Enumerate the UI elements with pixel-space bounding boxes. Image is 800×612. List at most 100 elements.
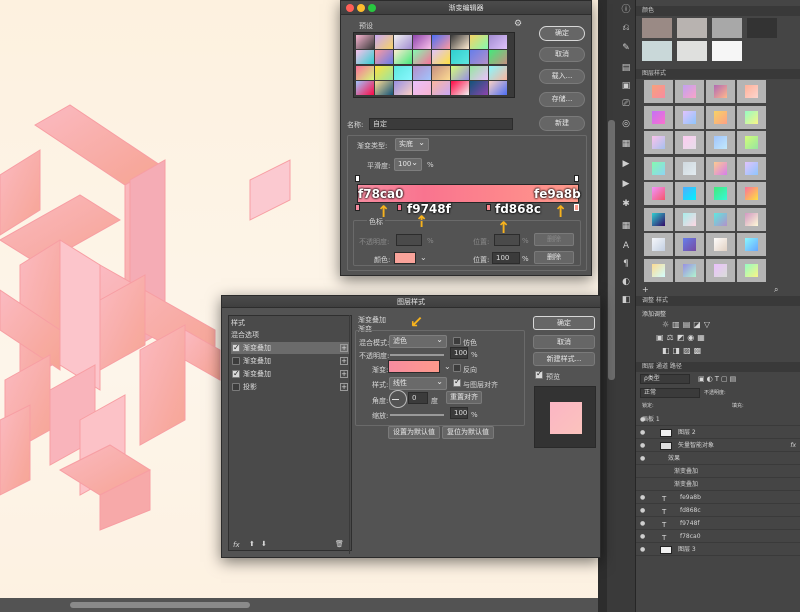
reset-align-button[interactable]: 重置对齐: [446, 391, 482, 404]
add-style-icon[interactable]: +: [340, 357, 348, 365]
style-swatch[interactable]: [675, 105, 704, 129]
layer-row[interactable]: ● 效果: [636, 453, 800, 465]
style-swatch[interactable]: [706, 105, 735, 129]
visibility-eye-icon[interactable]: ●: [640, 453, 645, 465]
color-stop-1[interactable]: [355, 204, 360, 211]
style-swatch[interactable]: [737, 131, 766, 154]
timeline-icon[interactable]: ▦: [620, 138, 632, 150]
color-swatch[interactable]: [677, 41, 707, 61]
styles-tab[interactable]: 样式: [656, 297, 668, 304]
gradient-preset-swatch[interactable]: [470, 80, 488, 95]
style-swatch[interactable]: [675, 207, 704, 231]
layers-tab[interactable]: 图层: [642, 363, 654, 370]
preview-checkbox[interactable]: [535, 369, 543, 379]
gradient-preset-swatch[interactable]: [413, 35, 431, 49]
layer-row[interactable]: ● 图层 3: [636, 544, 800, 556]
style-swatch[interactable]: [675, 156, 704, 180]
layer-row[interactable]: ● Tf78ca0: [636, 531, 800, 543]
style-swatch[interactable]: [644, 182, 673, 205]
gradient-preset-swatch[interactable]: [413, 50, 431, 65]
paths-tab[interactable]: 路径: [670, 363, 682, 370]
layer-row[interactable]: ● 图层 2: [636, 427, 800, 439]
style-swatch[interactable]: [706, 80, 735, 103]
properties-icon[interactable]: ⎚: [620, 98, 632, 110]
add-style-icon[interactable]: +: [340, 383, 348, 391]
layer-row[interactable]: ● 矢量智能对象 fx: [636, 440, 800, 452]
style-checkbox-4[interactable]: [232, 383, 240, 391]
layer-style-ok-button[interactable]: 确定: [533, 316, 595, 330]
style-select[interactable]: 线性: [389, 376, 447, 390]
style-swatch[interactable]: [737, 233, 766, 256]
gradient-preset-swatch[interactable]: [356, 80, 374, 95]
gradient-preset-swatch[interactable]: [375, 65, 393, 80]
fx-icon[interactable]: fx: [233, 541, 240, 549]
color-stop-3[interactable]: [486, 204, 491, 211]
style-swatch[interactable]: [706, 156, 735, 180]
ok-button[interactable]: 确定: [539, 26, 585, 41]
add-style-icon[interactable]: +: [642, 285, 649, 294]
gradient-preset-swatch[interactable]: [394, 50, 412, 65]
gear-icon[interactable]: ⚙: [514, 19, 522, 29]
gradient-preset-swatch[interactable]: [470, 50, 488, 65]
layer-row[interactable]: ● Tfe9a8b: [636, 492, 800, 504]
style-swatch[interactable]: [644, 207, 673, 231]
close-window-icon[interactable]: [346, 4, 354, 12]
style-checkbox-2[interactable]: [232, 357, 240, 365]
color-swatch[interactable]: [677, 18, 707, 38]
gradient-preset-swatch[interactable]: [356, 35, 374, 49]
style-item-gradient-overlay-3[interactable]: 渐变叠加 +: [231, 368, 349, 380]
swatches-tab[interactable]: 颜色: [636, 6, 800, 16]
layer-row[interactable]: ● 画板 1: [636, 414, 800, 426]
presets-grid[interactable]: [353, 32, 515, 98]
gradient-preset-swatch[interactable]: [451, 80, 469, 95]
gradient-preset-swatch[interactable]: [432, 65, 450, 80]
style-swatch[interactable]: [706, 131, 735, 154]
style-swatch[interactable]: [737, 182, 766, 205]
gradient-preset-swatch[interactable]: [375, 50, 393, 65]
style-swatch[interactable]: [737, 156, 766, 180]
style-item-gradient-overlay-2[interactable]: 渐变叠加 +: [231, 355, 349, 367]
play-icon[interactable]: ▶: [620, 178, 632, 190]
scale-field[interactable]: 100: [450, 407, 468, 419]
opacity-slider[interactable]: [390, 354, 444, 356]
style-swatch[interactable]: [675, 258, 704, 282]
gradient-preset-swatch[interactable]: [394, 35, 412, 49]
layer-row[interactable]: 渐变叠加: [636, 466, 800, 478]
style-swatch[interactable]: [644, 233, 673, 256]
style-swatch[interactable]: [644, 131, 673, 154]
style-item-gradient-overlay-1[interactable]: 渐变叠加 +: [231, 342, 349, 354]
save-button[interactable]: 存储...: [539, 92, 585, 107]
zoom-window-icon[interactable]: [368, 4, 376, 12]
dither-checkbox[interactable]: [453, 337, 461, 345]
style-swatch[interactable]: [706, 258, 735, 282]
angle-dial[interactable]: [389, 390, 407, 408]
gradient-preset-swatch[interactable]: [356, 65, 374, 80]
visibility-eye-icon[interactable]: ●: [640, 505, 645, 517]
grid-icon[interactable]: ▦: [620, 220, 632, 232]
visibility-eye-icon[interactable]: ●: [640, 544, 645, 556]
filter-icons[interactable]: ▣◐T▢▤: [698, 375, 738, 383]
layer-row[interactable]: ● Tf9748f: [636, 518, 800, 530]
style-checkbox-3[interactable]: [232, 368, 240, 380]
gradient-preset-swatch[interactable]: [394, 65, 412, 80]
style-swatch[interactable]: [706, 182, 735, 205]
gradient-preset-swatch[interactable]: [356, 50, 374, 65]
style-swatch[interactable]: [737, 105, 766, 129]
gradient-preset-swatch[interactable]: [489, 80, 507, 95]
color-swatch[interactable]: [712, 18, 742, 38]
color-dropdown-icon[interactable]: ⌄: [420, 253, 427, 262]
align-layer-checkbox[interactable]: [453, 377, 461, 387]
minimize-window-icon[interactable]: [357, 4, 365, 12]
blend-options-item[interactable]: 混合选项: [231, 329, 349, 341]
vertical-scrollbar[interactable]: [607, 0, 616, 612]
style-swatch[interactable]: [737, 207, 766, 231]
gradient-preset-swatch[interactable]: [489, 50, 507, 65]
visibility-eye-icon[interactable]: ●: [640, 427, 645, 439]
adjustment-icons-row-3[interactable]: ◧◨▨▩: [662, 346, 704, 355]
layer-row[interactable]: 渐变叠加: [636, 479, 800, 491]
layer-kind-filter[interactable]: ρ类型: [640, 374, 690, 384]
cancel-button[interactable]: 取消: [539, 47, 585, 62]
gradient-preset-swatch[interactable]: [432, 50, 450, 65]
gradient-preset-swatch[interactable]: [394, 80, 412, 95]
search-icon[interactable]: ⌕: [774, 285, 778, 295]
